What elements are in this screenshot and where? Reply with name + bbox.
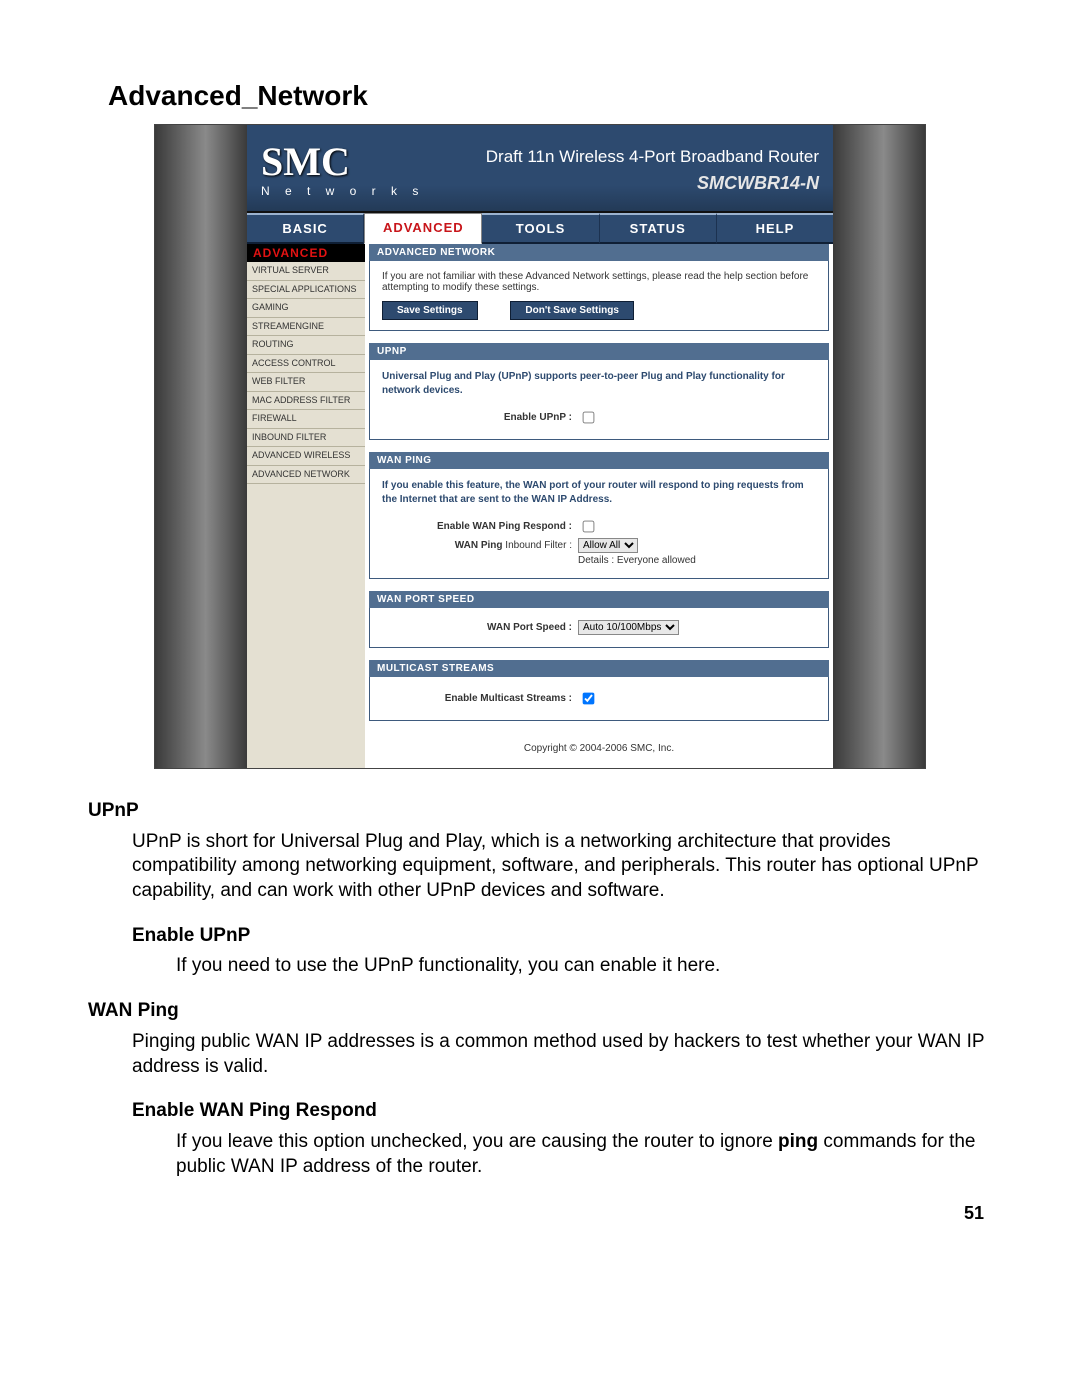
section-wanping: If you enable this feature, the WAN port… bbox=[369, 469, 829, 579]
tab-tools[interactable]: Tools bbox=[482, 213, 599, 244]
wanping-details: Details : Everyone allowed bbox=[578, 555, 696, 566]
brand-sub: N e t w o r k s bbox=[261, 184, 424, 198]
sidebar-item-virtual-server[interactable]: Virtual Server bbox=[247, 262, 365, 281]
sidebar-item-web-filter[interactable]: Web Filter bbox=[247, 373, 365, 392]
content-area: Advanced Network If you are not familiar… bbox=[365, 244, 833, 768]
section-advanced-network: If you are not familiar with these Advan… bbox=[369, 261, 829, 331]
section-multicast-bar: Multicast Streams bbox=[369, 660, 829, 677]
section-portspeed: WAN Port Speed : Auto 10/100Mbps bbox=[369, 608, 829, 648]
sidebar-item-access-control[interactable]: Access Control bbox=[247, 355, 365, 374]
sidebar-item-firewall[interactable]: Firewall bbox=[247, 410, 365, 429]
sidebar-item-advanced-wireless[interactable]: Advanced Wireless bbox=[247, 447, 365, 466]
enable-wanping-label: Enable WAN Ping Respond : bbox=[382, 521, 578, 532]
sidebar-item-advanced-network[interactable]: Advanced Network bbox=[247, 466, 365, 485]
tab-status[interactable]: Status bbox=[600, 213, 717, 244]
brand-logo: SMC bbox=[261, 142, 424, 182]
copyright: Copyright © 2004-2006 SMC, Inc. bbox=[365, 733, 833, 768]
section-advanced-network-bar: Advanced Network bbox=[369, 244, 829, 261]
tab-help[interactable]: Help bbox=[717, 213, 833, 244]
sidebar-item-routing[interactable]: Routing bbox=[247, 336, 365, 355]
banner-title: Draft 11n Wireless 4-Port Broadband Rout… bbox=[486, 147, 819, 167]
sidebar-item-streamengine[interactable]: StreamEngine bbox=[247, 318, 365, 337]
section-upnp-bar: UPNP bbox=[369, 343, 829, 360]
sidebar: ADVANCED Virtual Server Special Applicat… bbox=[247, 244, 365, 768]
tab-advanced[interactable]: Advanced bbox=[364, 213, 482, 244]
document-body: UPnP UPnP is short for Universal Plug an… bbox=[88, 799, 992, 1179]
heading-enable-wan-ping: Enable WAN Ping Respond bbox=[132, 1099, 992, 1124]
wanping-filter-label: WAN Ping Inbound Filter : bbox=[382, 540, 578, 551]
wanping-filter-select[interactable]: Allow All bbox=[578, 538, 638, 553]
para-enable-upnp: If you need to use the UPnP functionalit… bbox=[176, 954, 992, 979]
enable-upnp-label: Enable UPnP : bbox=[382, 412, 578, 423]
enable-upnp-checkbox[interactable] bbox=[583, 412, 595, 424]
heading-enable-upnp: Enable UPnP bbox=[132, 924, 992, 949]
page-number: 51 bbox=[88, 1203, 992, 1224]
multicast-checkbox[interactable] bbox=[583, 693, 595, 705]
sidebar-item-gaming[interactable]: Gaming bbox=[247, 299, 365, 318]
para-enable-wan-ping: If you leave this option unchecked, you … bbox=[176, 1130, 992, 1179]
section-multicast: Enable Multicast Streams : bbox=[369, 677, 829, 721]
multicast-label: Enable Multicast Streams : bbox=[382, 693, 578, 704]
side-shade-right bbox=[833, 125, 925, 768]
upnp-desc: Universal Plug and Play (UPnP) supports … bbox=[382, 370, 816, 398]
router-banner: SMC N e t w o r k s Draft 11n Wireless 4… bbox=[247, 125, 833, 213]
side-shade-left bbox=[155, 125, 247, 768]
sidebar-item-mac-filter[interactable]: MAC Address Filter bbox=[247, 392, 365, 411]
router-screenshot: SMC N e t w o r k s Draft 11n Wireless 4… bbox=[154, 124, 926, 769]
sidebar-item-inbound-filter[interactable]: Inbound Filter bbox=[247, 429, 365, 448]
tab-basic[interactable]: Basic bbox=[247, 213, 364, 244]
banner-model: SMCWBR14-N bbox=[486, 173, 819, 194]
section-portspeed-bar: WAN Port Speed bbox=[369, 591, 829, 608]
wanping-desc: If you enable this feature, the WAN port… bbox=[382, 479, 816, 507]
para-wan-ping: Pinging public WAN IP addresses is a com… bbox=[132, 1030, 992, 1079]
page-title: Advanced_Network bbox=[108, 80, 992, 112]
enable-wanping-checkbox[interactable] bbox=[583, 521, 595, 533]
portspeed-label: WAN Port Speed : bbox=[382, 622, 578, 633]
save-settings-button[interactable]: Save Settings bbox=[382, 301, 478, 320]
section-upnp: Universal Plug and Play (UPnP) supports … bbox=[369, 360, 829, 440]
dont-save-settings-button[interactable]: Don't Save Settings bbox=[510, 301, 634, 320]
sidebar-item-special-applications[interactable]: Special Applications bbox=[247, 281, 365, 300]
advnet-note: If you are not familiar with these Advan… bbox=[382, 271, 816, 293]
heading-upnp: UPnP bbox=[88, 799, 992, 824]
portspeed-select[interactable]: Auto 10/100Mbps bbox=[578, 620, 679, 635]
heading-wan-ping: WAN Ping bbox=[88, 999, 992, 1024]
section-wanping-bar: WAN Ping bbox=[369, 452, 829, 469]
para-upnp: UPnP is short for Universal Plug and Pla… bbox=[132, 830, 992, 904]
sidebar-header: ADVANCED bbox=[247, 244, 365, 262]
top-nav: Basic Advanced Tools Status Help bbox=[247, 213, 833, 244]
